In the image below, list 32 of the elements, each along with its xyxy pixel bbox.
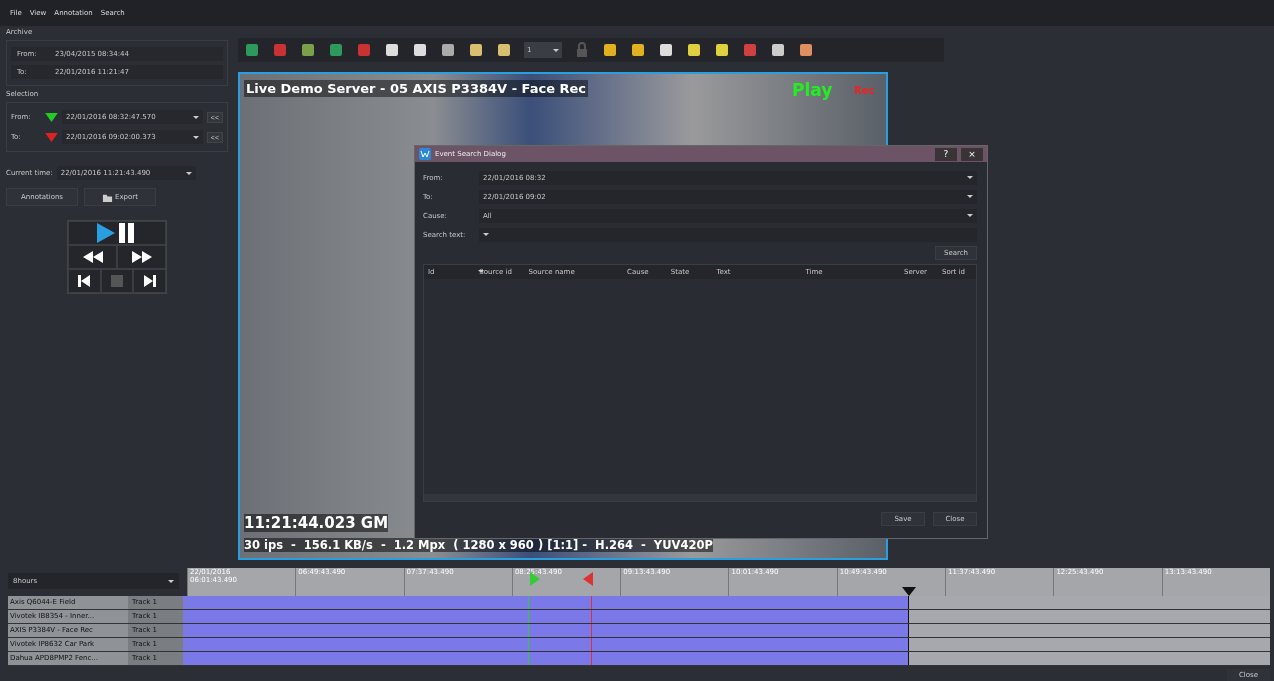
caret-icon <box>967 195 973 198</box>
fast-forward-icon <box>131 251 152 263</box>
caret-icon <box>192 115 199 119</box>
timestamp: 11:21:44.023 GM <box>244 514 389 532</box>
rewind-icon <box>82 251 103 263</box>
fast-forward-button[interactable] <box>117 245 166 269</box>
stream-stats: 30 ips - 156.1 KB/s - 1.2 Mpx ( 1280 x 960 ) [1:1] - H.264 - YUV420P <box>244 538 713 552</box>
caret-icon <box>192 135 199 139</box>
rewind-button[interactable] <box>68 245 117 269</box>
caret-icon <box>483 233 489 236</box>
caret-icon <box>553 48 559 52</box>
play-status: Play <box>792 80 833 100</box>
skip-back-icon <box>78 275 91 287</box>
help-button[interactable]: ? <box>935 147 957 161</box>
app-logo-icon <box>419 148 431 160</box>
selection-start-marker[interactable] <box>530 572 541 586</box>
stop-icon <box>111 275 123 287</box>
caret-icon <box>168 579 174 583</box>
skip-forward-button[interactable] <box>133 269 166 293</box>
close-button[interactable]: × <box>961 147 983 161</box>
skip-back-button[interactable] <box>68 269 101 293</box>
camera-title: Live Demo Server - 05 AXIS P3384V - Face Rec <box>244 80 589 97</box>
caret-icon <box>967 214 973 217</box>
caret-icon <box>967 176 973 179</box>
sort-icon <box>478 270 484 273</box>
caret-icon <box>186 171 192 175</box>
rec-status: Rec <box>854 85 875 96</box>
selection-end-marker[interactable] <box>583 572 594 586</box>
input-field[interactable] <box>479 227 977 242</box>
skip-forward-icon <box>143 275 156 287</box>
play-pause-button[interactable] <box>68 221 166 245</box>
play-pause-icon <box>97 222 137 244</box>
